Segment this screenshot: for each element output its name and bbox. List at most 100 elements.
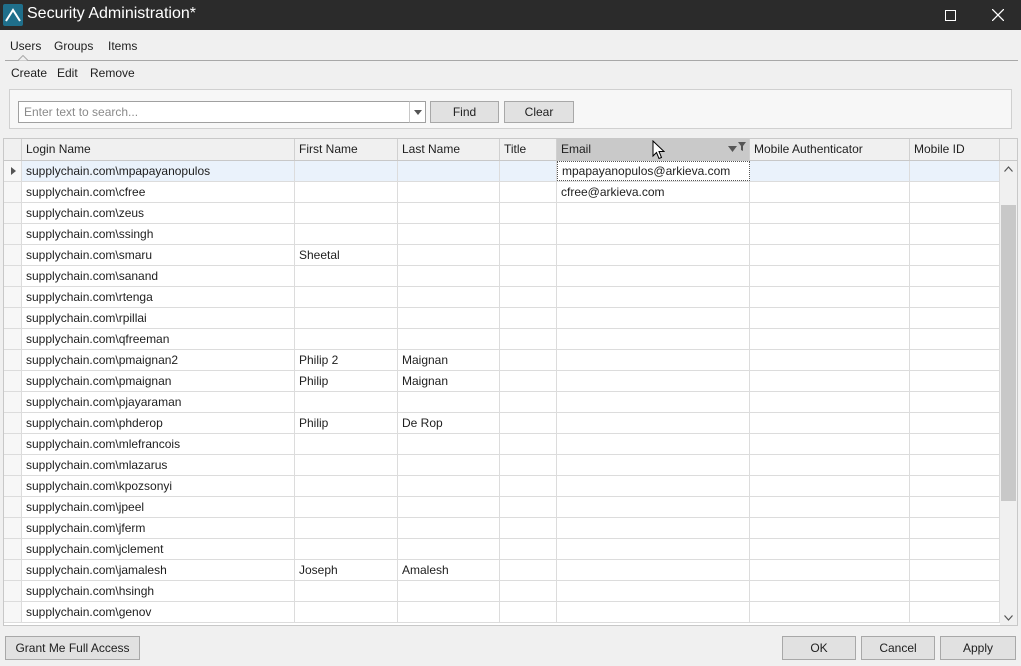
- vertical-scrollbar[interactable]: [1000, 161, 1017, 625]
- cell-first-name[interactable]: [295, 434, 398, 454]
- cell-login-name[interactable]: supplychain.com\rpillai: [22, 308, 295, 328]
- tab-groups[interactable]: Groups: [54, 39, 93, 53]
- cell-first-name[interactable]: Joseph: [295, 560, 398, 580]
- cell-mobile-authenticator[interactable]: [750, 602, 910, 622]
- cell-first-name[interactable]: [295, 602, 398, 622]
- table-row[interactable]: supplychain.com\hsingh: [4, 581, 1000, 602]
- table-row[interactable]: supplychain.com\zeus: [4, 203, 1000, 224]
- table-row[interactable]: supplychain.com\jclement: [4, 539, 1000, 560]
- tab-users[interactable]: Users: [10, 39, 41, 53]
- cell-first-name[interactable]: Philip 2: [295, 350, 398, 370]
- cell-last-name[interactable]: Maignan: [398, 350, 500, 370]
- row-indicator[interactable]: [4, 497, 22, 517]
- scrollbar-thumb[interactable]: [1001, 205, 1016, 501]
- table-row[interactable]: supplychain.com\pjayaraman: [4, 392, 1000, 413]
- row-indicator[interactable]: [4, 329, 22, 349]
- cell-login-name[interactable]: supplychain.com\pjayaraman: [22, 392, 295, 412]
- cell-first-name[interactable]: [295, 287, 398, 307]
- cell-first-name[interactable]: [295, 539, 398, 559]
- row-indicator[interactable]: [4, 224, 22, 244]
- cell-mobile-authenticator[interactable]: [750, 350, 910, 370]
- column-header-mobile-authenticator[interactable]: Mobile Authenticator: [750, 139, 910, 160]
- cell-mobile-authenticator[interactable]: [750, 287, 910, 307]
- cell-title[interactable]: [500, 413, 557, 433]
- grant-full-access-button[interactable]: Grant Me Full Access: [5, 636, 140, 660]
- cell-mobile-id[interactable]: [910, 203, 1000, 223]
- table-row[interactable]: supplychain.com\rtenga: [4, 287, 1000, 308]
- cell-email[interactable]: [557, 497, 750, 517]
- cell-first-name[interactable]: [295, 476, 398, 496]
- cell-login-name[interactable]: supplychain.com\rtenga: [22, 287, 295, 307]
- table-row[interactable]: supplychain.com\sanand: [4, 266, 1000, 287]
- cell-mobile-authenticator[interactable]: [750, 518, 910, 538]
- cell-last-name[interactable]: De Rop: [398, 413, 500, 433]
- cell-last-name[interactable]: [398, 182, 500, 202]
- cell-login-name[interactable]: supplychain.com\cfree: [22, 182, 295, 202]
- cell-title[interactable]: [500, 308, 557, 328]
- cell-login-name[interactable]: supplychain.com\qfreeman: [22, 329, 295, 349]
- row-indicator[interactable]: [4, 413, 22, 433]
- cell-email[interactable]: [557, 413, 750, 433]
- close-button[interactable]: [975, 0, 1021, 30]
- cell-last-name[interactable]: [398, 161, 500, 181]
- cell-email[interactable]: [557, 287, 750, 307]
- cell-last-name[interactable]: Maignan: [398, 371, 500, 391]
- cell-mobile-authenticator[interactable]: [750, 560, 910, 580]
- cell-login-name[interactable]: supplychain.com\jclement: [22, 539, 295, 559]
- cell-email[interactable]: [557, 518, 750, 538]
- row-indicator[interactable]: [4, 602, 22, 622]
- row-indicator[interactable]: [4, 266, 22, 286]
- row-indicator[interactable]: [4, 476, 22, 496]
- cell-title[interactable]: [500, 476, 557, 496]
- table-row[interactable]: supplychain.com\jpeel: [4, 497, 1000, 518]
- cell-email[interactable]: [557, 560, 750, 580]
- cell-last-name[interactable]: [398, 392, 500, 412]
- cell-mobile-id[interactable]: [910, 539, 1000, 559]
- cell-title[interactable]: [500, 266, 557, 286]
- cell-email[interactable]: mpapayanopulos@arkieva.com: [557, 161, 750, 181]
- find-button[interactable]: Find: [430, 101, 499, 123]
- row-indicator[interactable]: [4, 203, 22, 223]
- table-row[interactable]: supplychain.com\kpozsonyi: [4, 476, 1000, 497]
- cell-email[interactable]: [557, 434, 750, 454]
- cell-first-name[interactable]: [295, 308, 398, 328]
- cell-email[interactable]: cfree@arkieva.com: [557, 182, 750, 202]
- cell-title[interactable]: [500, 224, 557, 244]
- cell-mobile-authenticator[interactable]: [750, 413, 910, 433]
- cell-title[interactable]: [500, 560, 557, 580]
- cell-login-name[interactable]: supplychain.com\hsingh: [22, 581, 295, 601]
- row-indicator[interactable]: [4, 287, 22, 307]
- cell-last-name[interactable]: [398, 455, 500, 475]
- cell-email[interactable]: [557, 245, 750, 265]
- cell-mobile-id[interactable]: [910, 308, 1000, 328]
- column-header-mobile-id[interactable]: Mobile ID: [910, 139, 1000, 160]
- cell-login-name[interactable]: supplychain.com\genov: [22, 602, 295, 622]
- cell-login-name[interactable]: supplychain.com\phderop: [22, 413, 295, 433]
- search-input[interactable]: [18, 101, 410, 123]
- cell-title[interactable]: [500, 182, 557, 202]
- cell-login-name[interactable]: supplychain.com\pmaignan: [22, 371, 295, 391]
- cell-mobile-id[interactable]: [910, 287, 1000, 307]
- row-indicator[interactable]: [4, 182, 22, 202]
- column-header-title[interactable]: Title: [500, 139, 557, 160]
- cell-login-name[interactable]: supplychain.com\zeus: [22, 203, 295, 223]
- cell-last-name[interactable]: [398, 497, 500, 517]
- row-indicator[interactable]: [4, 455, 22, 475]
- row-indicator[interactable]: [4, 308, 22, 328]
- remove-button[interactable]: Remove: [90, 66, 135, 80]
- row-indicator[interactable]: [4, 371, 22, 391]
- row-indicator[interactable]: [4, 245, 22, 265]
- cell-mobile-id[interactable]: [910, 497, 1000, 517]
- table-row[interactable]: supplychain.com\pmaignan2 Philip 2 Maignan: [4, 350, 1000, 371]
- cell-login-name[interactable]: supplychain.com\ssingh: [22, 224, 295, 244]
- cell-title[interactable]: [500, 245, 557, 265]
- cell-mobile-authenticator[interactable]: [750, 371, 910, 391]
- cell-title[interactable]: [500, 539, 557, 559]
- row-indicator[interactable]: [4, 539, 22, 559]
- cell-mobile-id[interactable]: [910, 455, 1000, 475]
- cell-login-name[interactable]: supplychain.com\smaru: [22, 245, 295, 265]
- cell-last-name[interactable]: [398, 539, 500, 559]
- row-indicator[interactable]: [4, 392, 22, 412]
- cancel-button[interactable]: Cancel: [861, 636, 935, 660]
- scroll-up-icon[interactable]: [1004, 166, 1013, 172]
